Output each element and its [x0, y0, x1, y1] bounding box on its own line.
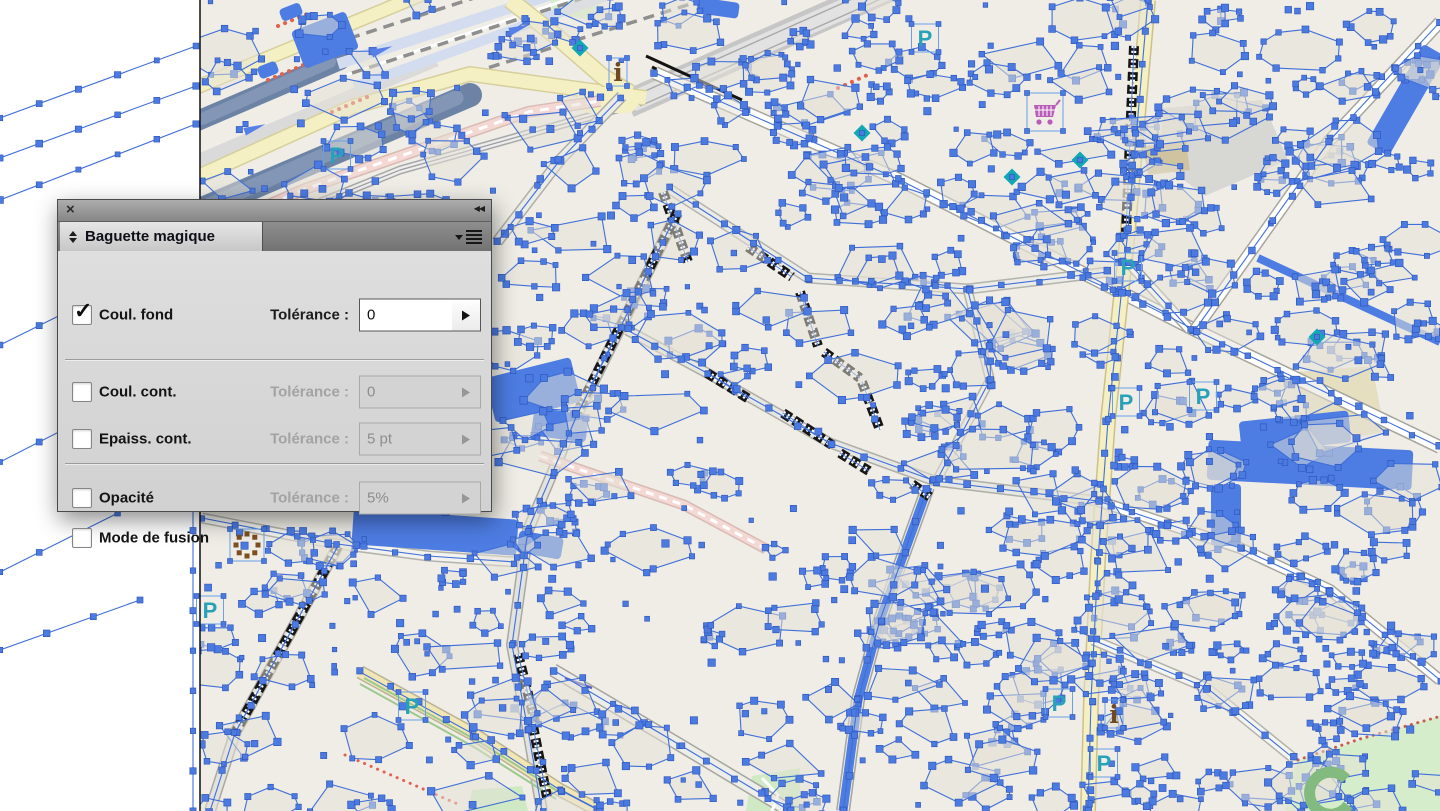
- separator: [65, 463, 484, 464]
- label-epaiss-cont: Epaiss. cont.: [99, 431, 192, 448]
- tolerance-input[interactable]: 5 pt: [359, 423, 453, 456]
- magic-wand-panel: × ◀◀ Baguette magique ✓ Coul. fond Tolér…: [57, 199, 492, 512]
- tolerance-label: Tolérance :: [250, 490, 349, 507]
- label-coul-fond: Coul. fond: [99, 307, 173, 324]
- svg-text:P: P: [405, 694, 420, 719]
- checkbox-epaiss-cont[interactable]: ✓: [72, 429, 92, 449]
- close-icon[interactable]: ×: [66, 201, 75, 219]
- collapse-panel-icon[interactable]: ◀◀: [474, 204, 484, 213]
- svg-text:i: i: [1109, 700, 1119, 729]
- label-mode-de-fusion: Mode de fusion: [99, 530, 209, 547]
- row-mode-de-fusion: ✓ Mode de fusion: [58, 523, 491, 553]
- tab-baguette-magique[interactable]: Baguette magique: [60, 222, 263, 251]
- tolerance-stepper[interactable]: [452, 299, 481, 332]
- illustrator-canvas: P P P P P P P P Pi i × ◀◀ Baguette magique ✓ Coul…: [0, 0, 1440, 811]
- svg-text:P: P: [1097, 751, 1112, 776]
- label-opacite: Opacité: [99, 490, 154, 507]
- tolerance-stepper[interactable]: [452, 423, 481, 456]
- svg-text:i: i: [613, 58, 623, 87]
- separator: [65, 359, 484, 360]
- tolerance-label: Tolérance :: [250, 307, 349, 324]
- label-coul-cont: Coul. cont.: [99, 384, 177, 401]
- checkbox-coul-fond[interactable]: ✓: [72, 305, 92, 325]
- panel-content: ✓ Coul. fond Tolérance : 0 ✓ Coul. cont.…: [58, 251, 491, 511]
- svg-text:P: P: [1052, 691, 1067, 716]
- panel-toggle-icon[interactable]: [69, 231, 77, 243]
- tolerance-input[interactable]: 0: [359, 299, 453, 332]
- tolerance-label: Tolérance :: [250, 384, 349, 401]
- tolerance-label: Tolérance :: [250, 431, 349, 448]
- svg-text:P: P: [203, 598, 218, 623]
- tolerance-input[interactable]: 5%: [359, 482, 453, 515]
- svg-text:P: P: [1121, 255, 1136, 280]
- panel-menu-icon[interactable]: [455, 230, 482, 244]
- svg-text:P: P: [1196, 384, 1211, 409]
- panel-titlebar[interactable]: × ◀◀: [58, 200, 491, 222]
- checkbox-coul-cont[interactable]: ✓: [72, 382, 92, 402]
- svg-text:P: P: [1119, 390, 1134, 415]
- panel-title: Baguette magique: [85, 228, 215, 245]
- tolerance-stepper[interactable]: [452, 376, 481, 409]
- tolerance-stepper[interactable]: [452, 482, 481, 515]
- svg-text:P: P: [330, 143, 345, 168]
- row-coul-fond: ✓ Coul. fond Tolérance : 0: [58, 298, 491, 332]
- tolerance-input[interactable]: 0: [359, 376, 453, 409]
- checkbox-mode-de-fusion[interactable]: ✓: [72, 528, 92, 548]
- checkbox-opacite[interactable]: ✓: [72, 488, 92, 508]
- row-epaiss-cont: ✓ Epaiss. cont. Tolérance : 5 pt: [58, 422, 491, 456]
- row-opacite: ✓ Opacité Tolérance : 5%: [58, 481, 491, 515]
- panel-tabstrip: Baguette magique: [58, 222, 491, 252]
- svg-text:P: P: [918, 26, 933, 51]
- row-coul-cont: ✓ Coul. cont. Tolérance : 0: [58, 375, 491, 409]
